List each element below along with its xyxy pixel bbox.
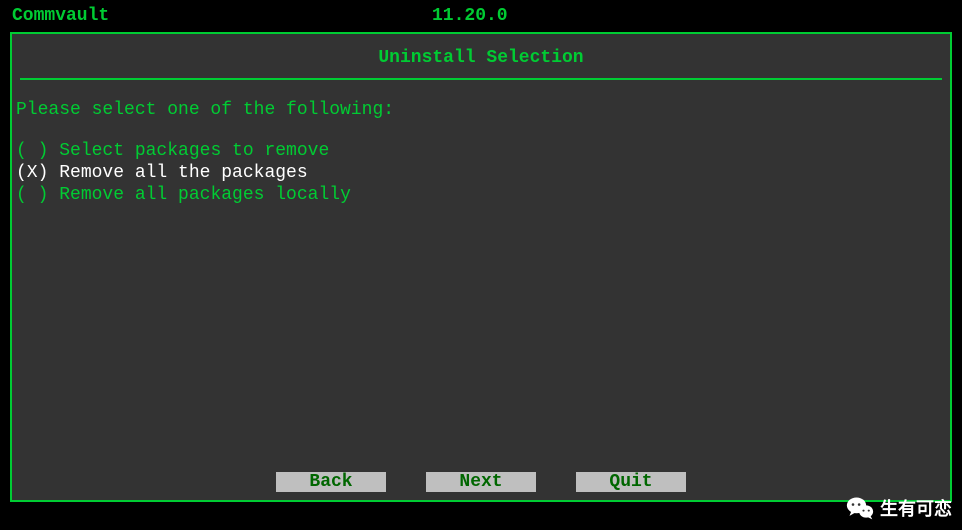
back-button[interactable]: Back [276, 472, 386, 492]
dialog-content: Please select one of the following: ( ) … [12, 80, 950, 226]
app-version: 11.20.0 [432, 6, 508, 26]
options-list: ( ) Select packages to remove (X) Remove… [16, 140, 946, 206]
option-label: Remove all packages locally [59, 185, 351, 205]
option-remove-locally[interactable]: ( ) Remove all packages locally [16, 184, 946, 206]
quit-button[interactable]: Quit [576, 472, 686, 492]
header: Commvault 11.20.0 [0, 0, 962, 32]
option-label: Remove all the packages [59, 163, 307, 183]
watermark-text: 生有可恋 [880, 495, 952, 521]
option-label: Select packages to remove [59, 141, 329, 161]
app-name: Commvault [12, 6, 432, 26]
dialog-box: Uninstall Selection Please select one of… [10, 32, 952, 502]
prompt-text: Please select one of the following: [16, 100, 946, 120]
option-select-packages[interactable]: ( ) Select packages to remove [16, 140, 946, 162]
next-button[interactable]: Next [426, 472, 536, 492]
watermark: 生有可恋 [846, 494, 952, 522]
radio-marker: (X) [16, 163, 59, 183]
option-remove-all[interactable]: (X) Remove all the packages [16, 162, 946, 184]
radio-marker: ( ) [16, 141, 59, 161]
dialog-title: Uninstall Selection [12, 34, 950, 78]
chat-bubble-icon [846, 494, 874, 522]
button-bar: Back Next Quit [12, 472, 950, 492]
radio-marker: ( ) [16, 185, 59, 205]
